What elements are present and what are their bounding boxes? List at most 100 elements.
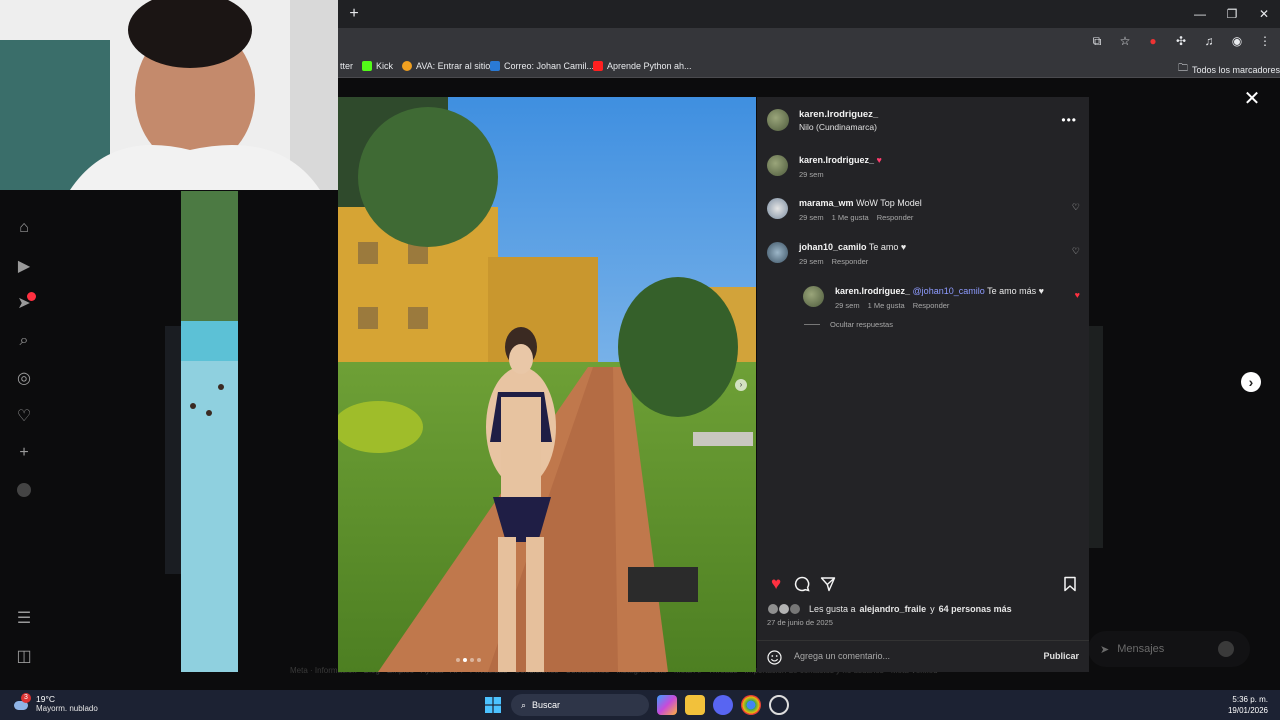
profile-icon[interactable]: ◉ [1230, 34, 1244, 48]
bookmark-ava[interactable]: AVA: Entrar al sitio [402, 61, 490, 71]
avatar[interactable] [803, 286, 824, 307]
carousel-dot [470, 658, 474, 662]
restore-icon[interactable]: ❐ [1216, 0, 1248, 28]
post-location[interactable]: Nilo (Cundinamarca) [799, 122, 878, 132]
avatar [1218, 641, 1234, 657]
more-options-icon[interactable]: ••• [1061, 113, 1077, 127]
weather-badge: 3 [21, 692, 31, 703]
post-author[interactable]: karen.lrodriguez_ [799, 109, 878, 120]
webcam-image [0, 0, 338, 190]
emoji-icon[interactable] [767, 650, 782, 665]
likes-others[interactable]: 64 personas más [939, 604, 1012, 614]
avatar[interactable] [767, 242, 788, 263]
taskbar-search-label: Buscar [532, 700, 561, 710]
window-controls: — ❐ ✕ [1184, 0, 1280, 28]
avatar[interactable] [767, 198, 788, 219]
likes-summary[interactable]: Les gusta a alejandro_fraile y 64 person… [767, 603, 1012, 615]
likes-join: y [930, 604, 935, 614]
caption-author[interactable]: karen.lrodriguez_ [799, 155, 874, 165]
post-photo[interactable] [338, 97, 756, 672]
comment-text: WoW Top Model [856, 198, 922, 208]
post-header: karen.lrodriguez_ Nilo (Cundinamarca) [767, 109, 878, 132]
weather-icon: 3 [12, 692, 31, 713]
search-icon[interactable]: ⌕ [16, 332, 32, 349]
home-icon[interactable]: ⌂ [16, 219, 32, 236]
post-image [338, 97, 756, 672]
explore-icon[interactable]: ◎ [16, 370, 32, 387]
taskbar-apps: ⌕ Buscar [483, 694, 789, 716]
system-clock[interactable]: 5:36 p. m. 19/01/2026 [1228, 694, 1268, 716]
caption-heart: ♥ [876, 155, 882, 165]
bookmark-star-icon[interactable]: ☆ [1118, 34, 1132, 48]
extensions-puzzle-icon[interactable]: ✣ [1174, 34, 1188, 48]
create-icon[interactable]: + [16, 444, 32, 461]
comment-item: johan10_camilo Te amo ♥ 29 sem Responder [767, 242, 906, 266]
extension-red-icon[interactable]: ● [1146, 34, 1160, 48]
close-window-icon[interactable]: ✕ [1248, 0, 1280, 28]
install-app-icon[interactable]: ⧉ [1090, 34, 1104, 48]
comment-input[interactable]: Agrega un comentario... [794, 651, 890, 661]
minimize-icon[interactable]: — [1184, 0, 1216, 28]
like-heart-icon[interactable]: ♥ [767, 574, 785, 593]
reply-user[interactable]: karen.lrodriguez_ [835, 286, 910, 296]
comment-time: 29 sem [799, 213, 824, 222]
carousel-dot-active [463, 658, 467, 662]
comment-user[interactable]: marama_wm [799, 198, 854, 208]
pool-photo [181, 191, 238, 672]
bookmark-kick[interactable]: Kick [362, 61, 393, 71]
liked-heart-icon[interactable]: ♥ [1075, 290, 1080, 300]
reply-likes[interactable]: 1 Me gusta [868, 301, 905, 310]
taskbar-search[interactable]: ⌕ Buscar [511, 694, 649, 716]
media-controls-icon[interactable]: ♫ [1202, 34, 1216, 48]
bookmark-correo[interactable]: Correo: Johan Camil... [490, 61, 594, 71]
menu-icon[interactable]: ☰ [16, 610, 32, 627]
next-post-button[interactable]: › [1241, 372, 1261, 392]
share-icon[interactable] [819, 575, 837, 593]
like-comment-icon[interactable]: ♡ [1072, 246, 1080, 257]
caption: karen.lrodriguez_ ♥ 29 sem [767, 155, 882, 179]
close-modal-icon[interactable]: ✕ [1243, 89, 1261, 109]
weather-widget[interactable]: 3 19°C Mayorm. nublado [12, 692, 98, 713]
new-tab-button[interactable]: + [346, 6, 362, 22]
like-comment-icon[interactable]: ♡ [1072, 202, 1080, 213]
all-bookmarks[interactable]: 🗀 Todos los marcadores [1178, 61, 1280, 78]
chrome-icon[interactable] [741, 695, 761, 715]
copilot-icon[interactable] [657, 695, 677, 715]
mail-icon [490, 61, 500, 71]
carousel-dot [477, 658, 481, 662]
messages-pill[interactable]: ➤ Mensajes 1 [1088, 631, 1250, 667]
comment-user[interactable]: johan10_camilo [799, 242, 867, 252]
windows-taskbar: 3 19°C Mayorm. nublado ⌕ Buscar 5:36 p. … [0, 690, 1280, 720]
reply-mention[interactable]: @johan10_camilo [913, 286, 985, 296]
browser-menu-icon[interactable]: ⋮ [1258, 34, 1272, 48]
obs-icon[interactable] [769, 695, 789, 715]
comment-bar: Agrega un comentario... Publicar [757, 640, 1089, 672]
heart-icon[interactable]: ♡ [16, 408, 32, 425]
reply-time: 29 sem [835, 301, 860, 310]
bookmark-python[interactable]: Aprende Python ah... [593, 61, 692, 71]
comment-item: marama_wm WoW Top Model 29 sem 1 Me gust… [767, 198, 922, 222]
reply-button[interactable]: Responder [913, 301, 950, 310]
carousel-dot [456, 658, 460, 662]
post-date: 27 de junio de 2025 [767, 618, 833, 627]
reply-button[interactable]: Responder [832, 257, 869, 266]
file-explorer-icon[interactable] [685, 695, 705, 715]
comment-likes[interactable]: 1 Me gusta [832, 213, 869, 222]
save-bookmark-icon[interactable] [1061, 575, 1079, 593]
reply-button[interactable]: Responder [877, 213, 914, 222]
comment-icon[interactable] [793, 575, 811, 593]
messages-icon: ➤ [1100, 643, 1110, 656]
avatar[interactable] [767, 155, 788, 176]
slide-next-button[interactable]: › [735, 379, 747, 391]
windows-start-icon[interactable] [483, 695, 503, 715]
notification-badge: 1 [27, 292, 36, 301]
bookmark-twitter[interactable]: tter [340, 61, 353, 71]
avatar[interactable] [767, 109, 789, 131]
publish-button[interactable]: Publicar [1043, 651, 1079, 661]
meta-apps-icon[interactable]: ◫ [16, 648, 32, 665]
reels-icon[interactable]: ▶ [16, 258, 32, 275]
discord-icon[interactable] [713, 695, 733, 715]
likes-user[interactable]: alejandro_fraile [860, 604, 927, 614]
hide-replies-button[interactable]: Ocultar respuestas [804, 320, 893, 329]
profile-avatar[interactable] [16, 482, 32, 498]
